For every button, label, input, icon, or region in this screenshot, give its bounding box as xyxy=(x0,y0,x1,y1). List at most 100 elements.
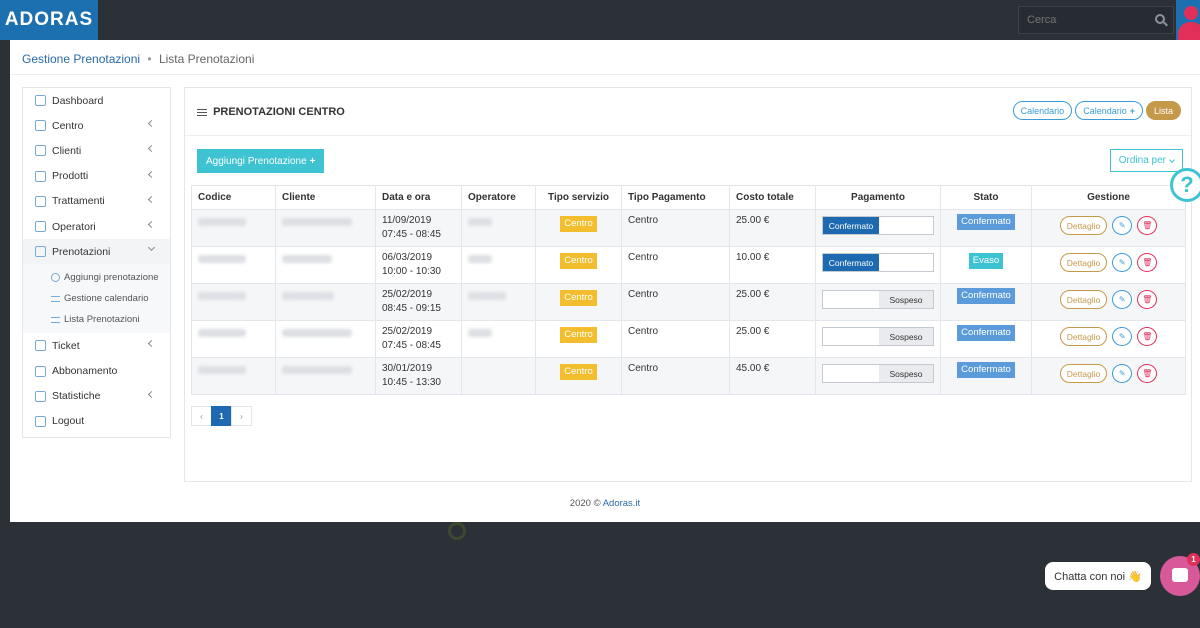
payment-toggle[interactable]: Sospeso xyxy=(822,364,934,383)
table-row[interactable]: 30/01/2019 10:45 - 13:30 Centro Centro 45… xyxy=(191,357,1186,395)
booking-time: 10:00 - 10:30 xyxy=(382,266,441,277)
detail-button[interactable]: Dettaglio xyxy=(1059,327,1108,346)
sidebar-item-centro[interactable]: Centro xyxy=(23,113,170,138)
calendar-view-button[interactable]: Calendario xyxy=(1012,101,1073,120)
breadcrumb: Gestione Prenotazioni • Lista Prenotazio… xyxy=(22,52,254,66)
edit-icon[interactable]: ✎ xyxy=(1112,253,1133,272)
payment-type: Centro xyxy=(628,252,659,263)
table-row[interactable]: 11/09/2019 07:45 - 08:45 Centro Centro 25… xyxy=(191,209,1186,247)
cell-payment: Sospeso xyxy=(815,320,941,358)
col-header-payment-type[interactable]: Tipo Pagamento xyxy=(621,185,730,210)
sidebar-item-statistiche[interactable]: Statistiche xyxy=(23,384,170,409)
sidebar-item-prodotti[interactable]: Prodotti xyxy=(23,164,170,189)
payment-toggle[interactable]: Confermato xyxy=(822,216,934,235)
sidebar-item-logout[interactable]: Logout xyxy=(23,409,170,434)
col-header-service[interactable]: Tipo servizio xyxy=(535,185,622,210)
footer-text: 2020 © xyxy=(569,498,601,509)
service-badge: Centro xyxy=(560,253,597,269)
table-row[interactable]: 25/02/2019 07:45 - 08:45 Centro Centro 25… xyxy=(191,320,1186,358)
top-bar: ADORAS xyxy=(0,0,1200,40)
trash-icon[interactable]: 🗑 xyxy=(1137,253,1158,272)
trash-icon[interactable]: 🗑 xyxy=(1137,290,1158,309)
sidebar-subitem[interactable]: Lista Prenotazioni xyxy=(23,309,170,330)
sort-dropdown[interactable]: Ordina per xyxy=(1109,149,1183,172)
cell-payment-type: Centro xyxy=(621,246,730,284)
payment-toggle[interactable]: Sospeso xyxy=(822,290,934,309)
calendar-add-button[interactable]: Calendario + xyxy=(1075,101,1143,120)
detail-button[interactable]: Dettaglio xyxy=(1059,290,1108,309)
payment-state: Sospeso xyxy=(879,328,933,345)
footer: 2020 © Adoras.it xyxy=(10,498,1200,509)
breadcrumb-root[interactable]: Gestione Prenotazioni xyxy=(22,52,140,66)
trash-icon[interactable]: 🗑 xyxy=(1137,364,1158,383)
sidebar-item-operatori[interactable]: Operatori xyxy=(23,214,170,239)
redacted-code xyxy=(198,292,246,300)
edit-icon[interactable]: ✎ xyxy=(1112,364,1133,383)
trash-icon[interactable]: 🗑 xyxy=(1137,327,1158,346)
payment-state: Sospeso xyxy=(879,365,933,382)
footer-link[interactable]: Adoras.it xyxy=(603,498,641,509)
col-header-payment[interactable]: Pagamento xyxy=(815,185,941,210)
edit-icon[interactable]: ✎ xyxy=(1112,327,1133,346)
table-row[interactable]: 25/02/2019 08:45 - 09:15 Centro Centro 25… xyxy=(191,283,1186,321)
row-actions: Dettaglio ✎ 🗑 xyxy=(1038,253,1179,272)
sidebar-submenu: Aggiungi prenotazione Gestione calendario… xyxy=(23,264,170,334)
booking-date: 25/02/2019 xyxy=(382,326,433,337)
sidebar-item-label: Prodotti xyxy=(52,170,89,183)
redacted-operator xyxy=(468,255,492,263)
page-1-button[interactable]: 1 xyxy=(211,406,232,426)
app-logo[interactable]: ADORAS xyxy=(0,0,98,40)
total-cost: 25.00 € xyxy=(736,215,770,226)
chat-prompt[interactable]: Chatta con noi 👋 xyxy=(1045,562,1151,590)
help-button[interactable]: ? xyxy=(1170,168,1200,202)
table-row[interactable]: 06/03/2019 10:00 - 10:30 Centro Centro 10… xyxy=(191,246,1186,284)
sidebar-item-dashboard[interactable]: Dashboard xyxy=(23,88,170,113)
redacted-client xyxy=(282,366,352,374)
cell-service: Centro xyxy=(535,320,622,358)
edit-icon[interactable]: ✎ xyxy=(1112,290,1133,309)
cell-code xyxy=(191,246,276,284)
next-page-button[interactable]: › xyxy=(231,406,252,426)
booking-date: 06/03/2019 xyxy=(382,252,433,263)
background-decoration xyxy=(448,522,466,540)
detail-button[interactable]: Dettaglio xyxy=(1059,253,1108,272)
sidebar-item-label: Ticket xyxy=(52,339,80,352)
edit-icon[interactable]: ✎ xyxy=(1112,216,1133,235)
sidebar-item-abbonamento[interactable]: Abbonamento xyxy=(23,359,170,384)
detail-button[interactable]: Dettaglio xyxy=(1059,216,1108,235)
sidebar-item-ticket[interactable]: Ticket xyxy=(23,333,170,358)
col-header-status[interactable]: Stato xyxy=(940,185,1032,210)
payment-toggle[interactable]: Sospeso xyxy=(822,327,934,346)
user-avatar[interactable] xyxy=(1176,0,1200,40)
sidebar-subitem[interactable]: Gestione calendario xyxy=(23,288,170,309)
sidebar-subitem[interactable]: Aggiungi prenotazione xyxy=(23,267,170,288)
search-icon[interactable] xyxy=(1155,14,1165,24)
sidebar-item-trattamenti[interactable]: Trattamenti xyxy=(23,189,170,214)
sidebar-item-label: Trattamenti xyxy=(52,195,105,208)
chevron-icon xyxy=(147,220,156,228)
search-input[interactable] xyxy=(1019,7,1149,33)
list-icon xyxy=(51,316,60,323)
cell-datetime: 06/03/2019 10:00 - 10:30 xyxy=(375,246,462,284)
cell-operator xyxy=(461,246,536,284)
col-header-cost[interactable]: Costo totale xyxy=(729,185,816,210)
col-header-operator[interactable]: Operatore xyxy=(461,185,536,210)
payment-type: Centro xyxy=(628,289,659,300)
cell-operator xyxy=(461,320,536,358)
add-booking-button[interactable]: Aggiungi Prenotazione + xyxy=(197,149,325,173)
payment-toggle[interactable]: Confermato xyxy=(822,253,934,272)
col-header-code[interactable]: Codice xyxy=(191,185,276,210)
col-header-client[interactable]: Cliente xyxy=(275,185,376,210)
cell-operator xyxy=(461,209,536,247)
detail-button[interactable]: Dettaglio xyxy=(1059,364,1108,383)
prev-page-button[interactable]: ‹ xyxy=(191,406,212,426)
sidebar-item-prenotazioni[interactable]: Prenotazioni xyxy=(23,239,170,265)
row-actions: Dettaglio ✎ 🗑 xyxy=(1038,216,1179,235)
sidebar-item-clienti[interactable]: Clienti xyxy=(23,138,170,163)
sidebar-item-label: Logout xyxy=(52,415,85,428)
col-header-datetime[interactable]: Data e ora xyxy=(375,185,462,210)
trash-icon[interactable]: 🗑 xyxy=(1137,216,1158,235)
sidebar-item-label: Abbonamento xyxy=(52,365,118,378)
payment-state: Sospeso xyxy=(879,291,933,308)
list-view-button[interactable]: Lista xyxy=(1145,101,1181,120)
